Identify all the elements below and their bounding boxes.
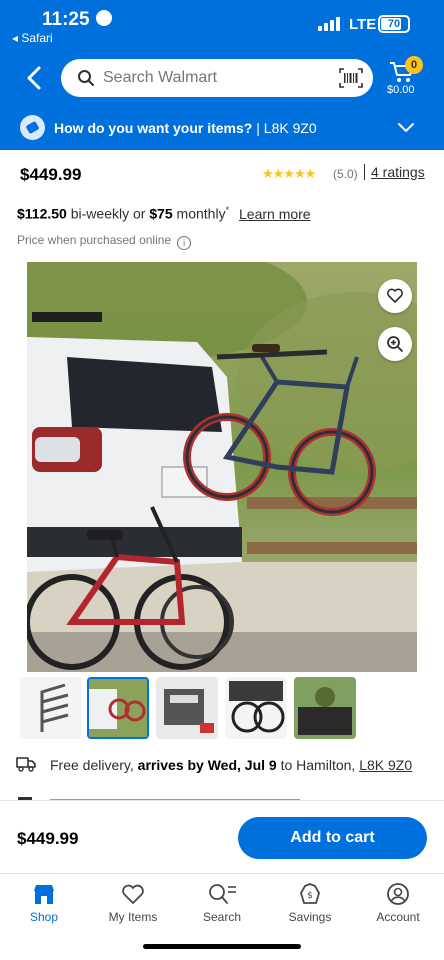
fulfillment-selector[interactable]: How do you want your items? | L8K 9Z0 [0, 108, 444, 148]
learn-more-link[interactable]: Learn more [239, 206, 311, 222]
product-image[interactable] [27, 262, 417, 672]
fulfillment-text: How do you want your items? | L8K 9Z0 [54, 120, 317, 136]
battery-icon: 70 [378, 15, 410, 33]
add-to-cart-button[interactable]: Add to cart [238, 817, 427, 859]
financing-offer: $112.50 bi-weekly or $75 monthly* Learn … [17, 205, 311, 222]
tab-label: Account [376, 910, 420, 924]
sticky-purchase-bar: $449.99 Add to cart [0, 800, 444, 872]
tab-label: Search [202, 910, 242, 924]
cart-total: $0.00 [387, 84, 415, 96]
favorite-button[interactable] [378, 279, 412, 313]
account-icon [387, 883, 409, 905]
thumbnail-4[interactable] [225, 677, 287, 739]
svg-text:$: $ [307, 891, 313, 901]
network-type: LTE [349, 16, 377, 33]
price-note: Price when purchased online i [17, 233, 192, 250]
zoom-button[interactable] [378, 327, 412, 361]
thumbnail-strip [20, 677, 430, 739]
tab-savings[interactable]: $ Savings [270, 882, 350, 924]
tab-label: Shop [29, 910, 59, 924]
barcode-scanner-icon[interactable] [339, 68, 363, 88]
tab-shop[interactable]: Shop [4, 882, 84, 924]
search-input[interactable]: Search Walmart [61, 59, 373, 97]
back-arrow-icon[interactable] [22, 64, 48, 92]
info-icon[interactable]: i [177, 236, 192, 250]
ratings-link[interactable]: 4 ratings [364, 164, 425, 180]
tab-account[interactable]: Account [358, 882, 438, 924]
rating-value: (5.0) [333, 167, 358, 181]
signal-icon [318, 17, 342, 31]
truck-icon [16, 757, 36, 772]
tab-search[interactable]: Search [182, 882, 262, 924]
product-price: $449.99 [20, 165, 82, 184]
chevron-down-icon [398, 123, 414, 133]
status-time: 11:25 [42, 9, 112, 31]
battery-level: 70 [387, 18, 401, 30]
product-photo [27, 262, 417, 672]
focus-icon [95, 10, 112, 26]
rating-stars-icon: ★★★★★ [262, 166, 316, 181]
tab-label: My Items [108, 910, 158, 924]
search-icon [209, 884, 236, 904]
zoom-in-icon [387, 336, 403, 352]
seller-info-row [16, 790, 316, 800]
cart-button[interactable]: 0 $0.00 [385, 56, 435, 100]
thumbnail-1[interactable] [20, 677, 82, 739]
delivery-postal-link[interactable]: L8K 9Z0 [359, 757, 412, 773]
cart-count-badge: 0 [405, 56, 423, 74]
thumbnail-5[interactable] [294, 677, 356, 739]
heart-icon [122, 884, 144, 904]
app-header: 11:25 ◂ Safari LTE 70 Search Walmart 0 $… [0, 0, 444, 150]
sticky-price: $449.99 [17, 829, 79, 848]
thumbnail-3[interactable] [156, 677, 218, 739]
shop-icon [34, 885, 54, 904]
home-indicator[interactable] [143, 944, 301, 949]
search-icon [78, 70, 94, 86]
thumbnail-2[interactable] [87, 677, 149, 739]
savings-icon: $ [300, 883, 320, 904]
search-placeholder: Search Walmart [103, 69, 218, 86]
tab-label: Savings [288, 910, 332, 924]
fulfillment-icon [20, 115, 45, 140]
tab-my-items[interactable]: My Items [93, 882, 173, 924]
heart-icon [387, 288, 403, 303]
status-bar: 11:25 ◂ Safari LTE 70 [0, 0, 444, 50]
back-to-safari-link[interactable]: ◂ Safari [12, 31, 53, 45]
